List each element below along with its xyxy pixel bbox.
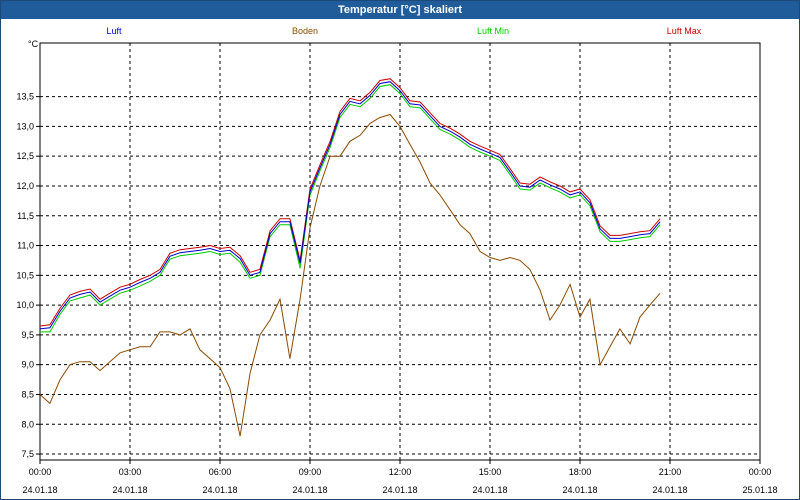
- legend-entry-luft-min: Luft Min: [477, 26, 509, 36]
- x-tick-time: 03:00: [119, 467, 142, 477]
- x-tick-date: 24.01.18: [652, 485, 687, 495]
- x-axis: 00:00 24.01.18 03:00 24.01.18 06:00 24.01.18 0…: [22, 460, 778, 495]
- grid: [40, 43, 760, 460]
- y-tick-label: 13,5: [16, 92, 34, 102]
- y-axis-unit: °C: [28, 39, 39, 49]
- y-axis: °C 7,5 8,0 8,5 9,0 9,5 10,0 10,5 11,0 11,5 12,0 12,…: [16, 39, 40, 459]
- x-tick-time: 00:00: [29, 467, 52, 477]
- window-title: Temperatur [°C] skaliert: [1, 1, 799, 19]
- series-line-boden: [39, 113, 661, 437]
- y-tick-label: 8,5: [21, 389, 34, 399]
- series-luft-min: [40, 84, 661, 333]
- series-boden: [39, 113, 661, 437]
- series-lines: [39, 78, 661, 437]
- x-tick-date: 24.01.18: [382, 485, 417, 495]
- chart-area: Luft Boden Luft Min Luft Max °C 7,5 8,0 8,5 9,0…: [16, 26, 778, 495]
- x-tick-date: 24.01.18: [22, 485, 57, 495]
- x-tick-date: 24.01.18: [202, 485, 237, 495]
- series-line-luft-min: [40, 84, 661, 333]
- y-tick-label: 8,0: [21, 419, 34, 429]
- x-tick-time: 09:00: [299, 467, 322, 477]
- legend-entry-luft: Luft: [106, 26, 122, 36]
- y-tick-label: 12,5: [16, 151, 34, 161]
- y-tick-label: 9,5: [21, 330, 34, 340]
- x-tick-date: 24.01.18: [472, 485, 507, 495]
- series-luft: [39, 81, 661, 330]
- y-tick-label: 11,0: [17, 241, 34, 251]
- x-tick-time: 12:00: [389, 467, 412, 477]
- legend-entry-luft-max: Luft Max: [667, 26, 702, 36]
- x-tick-date: 24.01.18: [292, 485, 327, 495]
- y-tick-label: 11,5: [17, 211, 34, 221]
- y-tick-label: 7,5: [21, 449, 34, 459]
- y-tick-label: 10,5: [16, 270, 34, 280]
- x-tick-date: 24.01.18: [112, 485, 147, 495]
- y-tick-label: 13,0: [16, 121, 34, 131]
- legend-entry-boden: Boden: [292, 26, 318, 36]
- x-tick-time: 06:00: [209, 467, 232, 477]
- y-tick-label: 9,0: [21, 360, 34, 370]
- y-tick-label: 10,0: [16, 300, 34, 310]
- x-tick-time: 15:00: [479, 467, 502, 477]
- x-tick-time: 00:00: [749, 467, 772, 477]
- legend: Luft Boden Luft Min Luft Max: [106, 26, 701, 36]
- chart-window: Temperatur [°C] skaliert Luft Boden Luft M…: [0, 0, 800, 500]
- x-tick-time: 18:00: [569, 467, 592, 477]
- series-line-luft: [39, 81, 661, 330]
- y-tick-label: 12,0: [16, 181, 34, 191]
- x-tick-time: 21:00: [659, 467, 682, 477]
- x-tick-date: 24.01.18: [562, 485, 597, 495]
- x-tick-date: 25.01.18: [742, 485, 777, 495]
